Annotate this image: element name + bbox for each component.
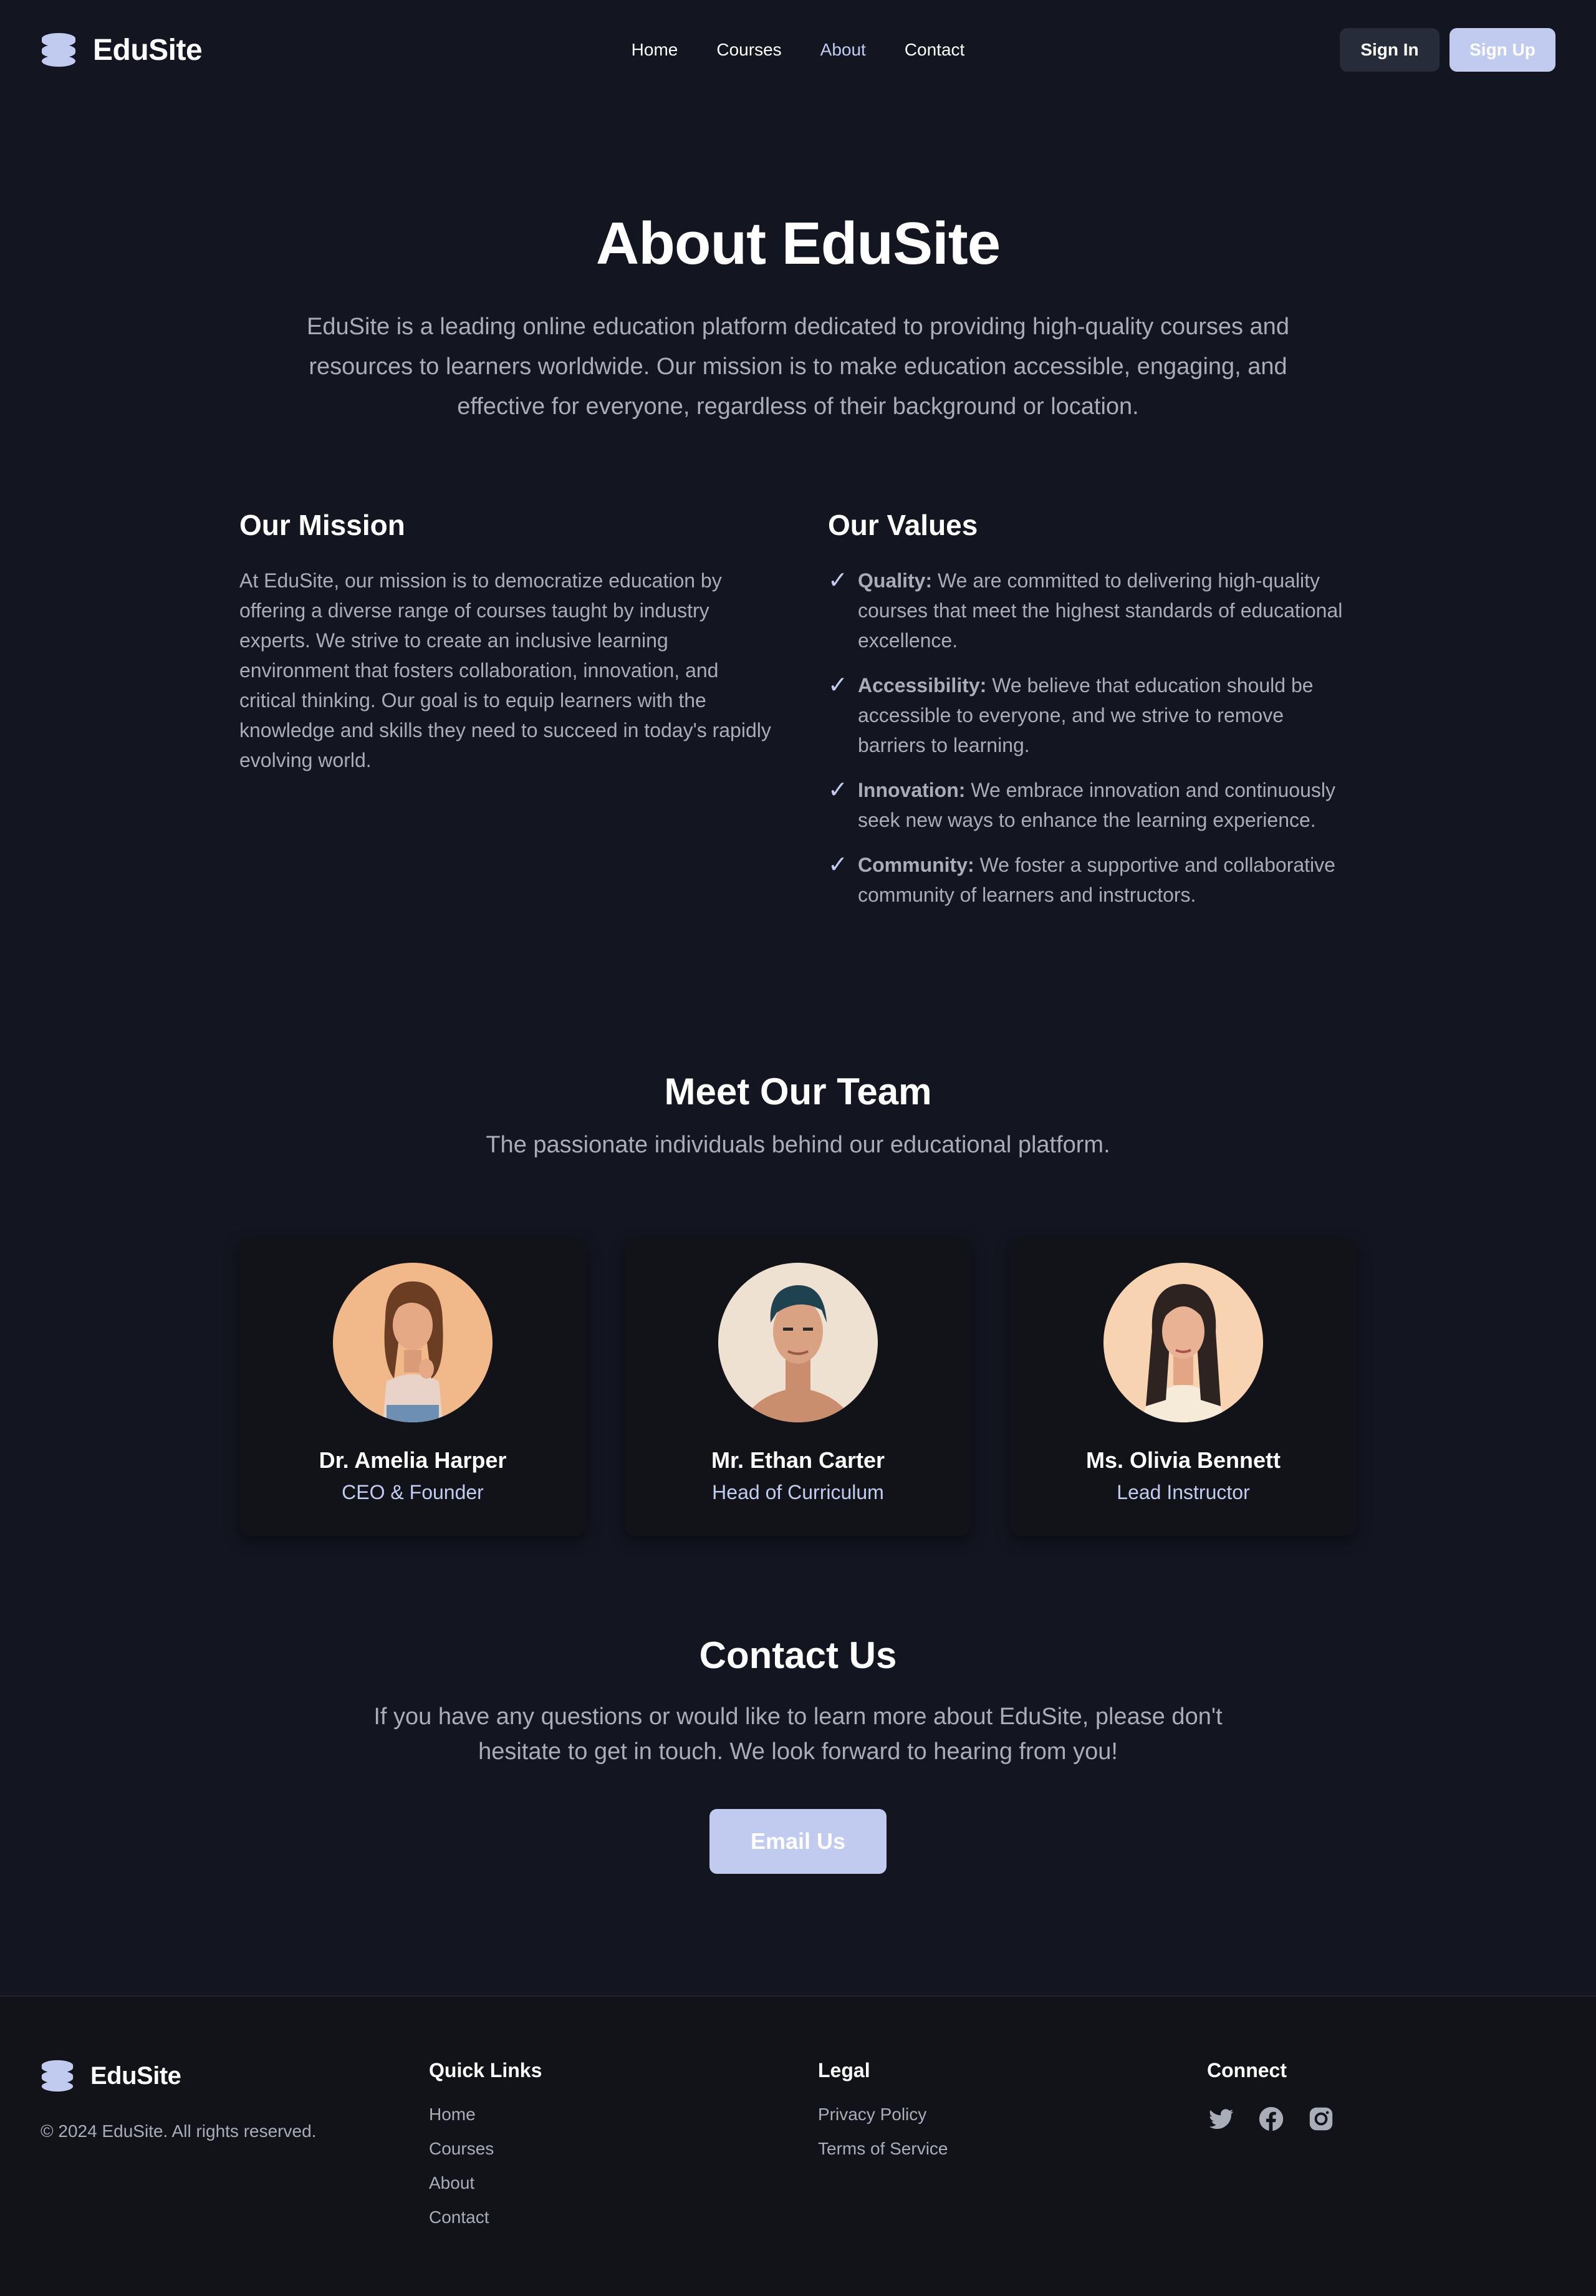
footer-link-courses[interactable]: Courses [429, 2139, 542, 2159]
legal-column: Legal Privacy Policy Terms of Service [818, 2059, 948, 2173]
footer-link-about[interactable]: About [429, 2173, 542, 2193]
nav-link-contact[interactable]: Contact [905, 40, 965, 60]
mission-heading: Our Mission [239, 509, 405, 541]
team-header: Meet Our Team The passionate individuals… [0, 1070, 1596, 1159]
values-list: ✓ Quality: We are committed to deliverin… [828, 566, 1357, 910]
woman-portrait-image [333, 1263, 493, 1422]
team-member-role: Lead Instructor [1117, 1481, 1250, 1503]
about-hero: About EduSite EduSite is a leading onlin… [0, 211, 1596, 427]
value-item-name: Community: [858, 854, 974, 876]
brand-name: EduSite [93, 33, 203, 67]
social-links [1207, 2105, 1335, 2133]
hero-description: EduSite is a leading online education pl… [307, 313, 1289, 420]
values-column: Our Values ✓ Quality: We are committed t… [828, 508, 1357, 925]
footer-link-terms-of-service[interactable]: Terms of Service [818, 2139, 948, 2159]
man-portrait-image [718, 1263, 878, 1422]
value-item-text: Quality: We are committed to delivering … [858, 566, 1357, 655]
contact-section: Contact Us If you have any questions or … [0, 1634, 1596, 1874]
team-member-name: Ms. Olivia Bennett [1085, 1447, 1281, 1473]
footer-link-privacy-policy[interactable]: Privacy Policy [818, 2105, 948, 2125]
mission-values-section: Our Mission At EduSite, our mission is t… [239, 508, 1357, 925]
database-logo-icon [42, 33, 75, 67]
footer-brand-name: EduSite [90, 2062, 181, 2090]
quick-links-heading: Quick Links [429, 2059, 542, 2081]
facebook-icon[interactable] [1257, 2105, 1286, 2133]
contact-heading: Contact Us [699, 1634, 897, 1676]
brand-logo-link[interactable]: EduSite [41, 32, 203, 67]
twitter-icon[interactable] [1207, 2105, 1236, 2133]
team-member-role: CEO & Founder [342, 1481, 484, 1503]
mission-text: At EduSite, our mission is to democratiz… [239, 569, 771, 771]
value-item: ✓ Accessibility: We believe that educati… [828, 670, 1357, 760]
database-logo-icon [41, 2060, 74, 2092]
team-member-role: Head of Curriculum [712, 1481, 884, 1503]
footer-brand-link[interactable]: EduSite [41, 2059, 181, 2093]
team-heading: Meet Our Team [664, 1071, 932, 1112]
team-cards: Dr. Amelia Harper CEO & Founder Mr. Etha… [239, 1238, 1357, 1536]
value-item-name: Accessibility: [858, 674, 987, 697]
avatar [1103, 1263, 1263, 1422]
value-item-text: Community: We foster a supportive and co… [858, 850, 1357, 910]
page-title: About EduSite [595, 210, 1001, 277]
value-item: ✓ Community: We foster a supportive and … [828, 850, 1357, 910]
woman-portrait-image [1103, 1263, 1263, 1422]
contact-text: If you have any questions or would like … [373, 1704, 1223, 1765]
team-member-name: Mr. Ethan Carter [711, 1447, 885, 1473]
avatar [718, 1263, 878, 1422]
nav-link-courses[interactable]: Courses [716, 40, 781, 60]
nav-link-about[interactable]: About [820, 40, 866, 60]
footer-link-contact[interactable]: Contact [429, 2207, 542, 2227]
email-us-button[interactable]: Email Us [709, 1809, 887, 1874]
team-subtitle: The passionate individuals behind our ed… [486, 1132, 1110, 1158]
sign-up-button[interactable]: Sign Up [1449, 28, 1555, 72]
team-card: Mr. Ethan Carter Head of Curriculum [625, 1238, 971, 1536]
value-item-text: Accessibility: We believe that education… [858, 670, 1357, 760]
checkmark-icon: ✓ [828, 852, 848, 878]
value-item-name: Innovation: [858, 779, 966, 801]
value-item: ✓ Innovation: We embrace innovation and … [828, 775, 1357, 835]
values-heading: Our Values [828, 509, 978, 541]
checkmark-icon: ✓ [828, 567, 848, 594]
value-item-text: Innovation: We embrace innovation and co… [858, 775, 1357, 835]
team-card: Ms. Olivia Bennett Lead Instructor [1010, 1238, 1357, 1536]
team-card: Dr. Amelia Harper CEO & Founder [239, 1238, 586, 1536]
site-footer: EduSite © 2024 EduSite. All rights reser… [0, 1995, 1596, 2296]
value-item-name: Quality: [858, 569, 933, 592]
checkmark-icon: ✓ [828, 672, 848, 698]
top-nav: EduSite Home Courses About Contact Sign … [0, 0, 1596, 100]
sign-in-button[interactable]: Sign In [1340, 28, 1440, 72]
avatar [333, 1263, 493, 1422]
connect-heading: Connect [1207, 2059, 1287, 2081]
auth-buttons: Sign In Sign Up [1340, 28, 1555, 72]
main-nav: Home Courses About Contact [632, 40, 965, 60]
footer-link-home[interactable]: Home [429, 2105, 542, 2125]
copyright-text: © 2024 EduSite. All rights reserved. [41, 2121, 317, 2141]
team-member-name: Dr. Amelia Harper [319, 1447, 507, 1473]
quick-links-column: Quick Links Home Courses About Contact [429, 2059, 542, 2242]
instagram-icon[interactable] [1307, 2105, 1335, 2133]
nav-link-home[interactable]: Home [632, 40, 678, 60]
mission-column: Our Mission At EduSite, our mission is t… [239, 508, 776, 925]
value-item: ✓ Quality: We are committed to deliverin… [828, 566, 1357, 655]
checkmark-icon: ✓ [828, 777, 848, 803]
connect-column: Connect [1207, 2059, 1335, 2133]
legal-heading: Legal [818, 2059, 870, 2081]
